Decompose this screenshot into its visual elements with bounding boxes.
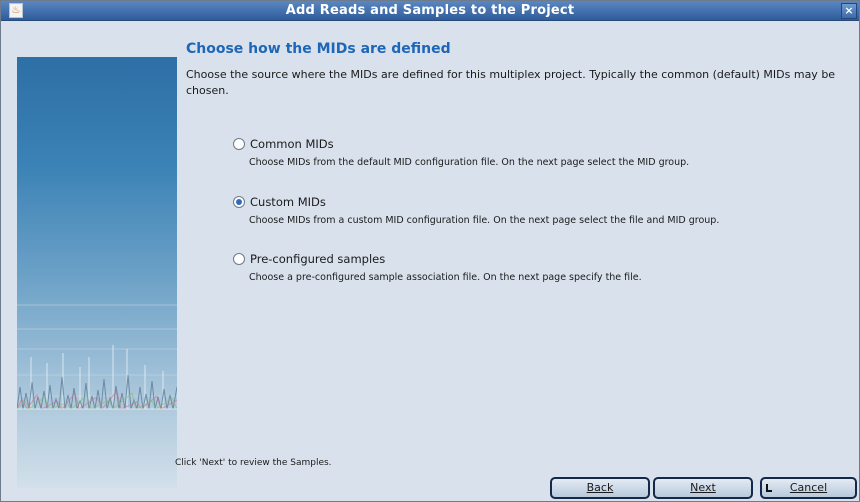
radio-common-mids[interactable] xyxy=(233,138,245,150)
option-label[interactable]: Pre-configured samples xyxy=(250,252,385,266)
back-button[interactable]: Back xyxy=(550,477,650,499)
option-preconfigured-samples[interactable]: Pre-configured samples Choose a pre-conf… xyxy=(233,252,642,283)
option-common-mids[interactable]: Common MIDs Choose MIDs from the default… xyxy=(233,137,689,168)
back-button-label: Back xyxy=(586,481,614,494)
side-banner-image xyxy=(17,57,177,488)
radio-preconfigured-samples[interactable] xyxy=(233,253,245,265)
cancel-button-label: Cancel xyxy=(789,481,828,494)
option-description: Choose MIDs from a custom MID configurat… xyxy=(249,215,720,226)
option-custom-mids[interactable]: Custom MIDs Choose MIDs from a custom MI… xyxy=(233,195,719,226)
page-intro: Choose the source where the MIDs are def… xyxy=(186,68,836,97)
page-heading: Choose how the MIDs are defined xyxy=(186,41,451,57)
cursor-icon xyxy=(766,484,772,492)
sequence-trace-graphic xyxy=(17,304,177,410)
option-label[interactable]: Custom MIDs xyxy=(250,195,326,209)
close-icon[interactable]: × xyxy=(841,3,857,19)
next-button-label: Next xyxy=(690,481,716,494)
option-description: Choose a pre-configured sample associati… xyxy=(249,272,642,283)
next-button[interactable]: Next xyxy=(653,477,753,499)
footer-hint: Click 'Next' to review the Samples. xyxy=(175,458,332,468)
dialog-window: ♨ Add Reads and Samples to the Project × xyxy=(0,0,860,502)
option-label[interactable]: Common MIDs xyxy=(250,137,334,151)
window-title: Add Reads and Samples to the Project xyxy=(285,3,575,18)
option-description: Choose MIDs from the default MID configu… xyxy=(249,157,690,168)
title-bar[interactable]: ♨ Add Reads and Samples to the Project × xyxy=(1,1,859,21)
cancel-button[interactable]: Cancel xyxy=(760,477,857,499)
radio-custom-mids[interactable] xyxy=(233,196,245,208)
